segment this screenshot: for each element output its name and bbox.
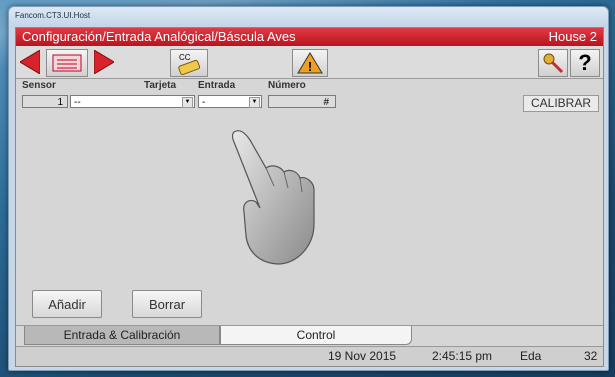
col-tarjeta: Tarjeta xyxy=(144,80,177,91)
tab-entrada-calibracion[interactable]: Entrada & Calibración xyxy=(24,326,220,345)
pointing-hand-icon xyxy=(226,128,326,273)
help-button[interactable]: ? xyxy=(570,49,600,77)
col-numero: Número xyxy=(268,80,306,91)
tarjeta-select[interactable]: -- ▼ xyxy=(70,95,195,108)
list-card-icon xyxy=(52,54,82,72)
house-label: House 2 xyxy=(548,29,597,44)
window-titlebar: Fancom.CT3.UI.Host xyxy=(9,7,608,27)
tab-control[interactable]: Control xyxy=(220,326,412,345)
status-date: 19 Nov 2015 xyxy=(328,349,397,363)
keys-icon xyxy=(543,53,564,74)
warning-icon: ! xyxy=(297,52,323,74)
chevron-down-icon[interactable]: ▼ xyxy=(249,97,260,108)
add-button[interactable]: Añadir xyxy=(32,290,102,318)
toolbar: CC ! ? xyxy=(16,46,603,79)
page-title: Configuración/Entrada Analógical/Báscula… xyxy=(22,29,296,44)
col-sensor: Sensor xyxy=(22,80,56,91)
col-entrada: Entrada xyxy=(198,80,236,91)
entrada-value: - xyxy=(202,97,206,108)
sensor-row: 1 -- ▼ - ▼ # CALIBRAR xyxy=(16,93,603,112)
status-bar: 19 Nov 2015 2:45:15 pm Eda 32 xyxy=(16,346,603,366)
page-header: Configuración/Entrada Analógical/Báscula… xyxy=(16,28,603,46)
chevron-down-icon[interactable]: ▼ xyxy=(182,97,193,108)
cc-button[interactable]: CC xyxy=(170,49,208,77)
warning-button[interactable]: ! xyxy=(292,49,328,77)
numero-field[interactable]: # xyxy=(268,95,336,108)
sensor-field[interactable]: 1 xyxy=(22,95,68,108)
column-headers: Sensor Tarjeta Entrada Número xyxy=(16,79,603,93)
cc-key-icon: CC xyxy=(178,53,201,75)
list-button[interactable] xyxy=(46,49,88,77)
delete-button[interactable]: Borrar xyxy=(132,290,202,318)
back-arrow-icon[interactable] xyxy=(19,49,41,79)
status-count: 32 xyxy=(584,349,598,363)
tarjeta-value: -- xyxy=(74,97,81,108)
question-mark-icon: ? xyxy=(578,50,592,75)
svg-text:!: ! xyxy=(308,59,312,74)
keys-button[interactable] xyxy=(538,49,568,77)
cc-label: CC xyxy=(179,53,191,62)
status-eda: Eda xyxy=(520,349,542,363)
entrada-select[interactable]: - ▼ xyxy=(198,95,262,108)
status-time: 2:45:15 pm xyxy=(432,349,493,363)
calibrar-button[interactable]: CALIBRAR xyxy=(523,95,599,112)
forward-arrow-icon[interactable] xyxy=(93,49,115,79)
tab-bar: Entrada & Calibración Control xyxy=(16,325,603,346)
